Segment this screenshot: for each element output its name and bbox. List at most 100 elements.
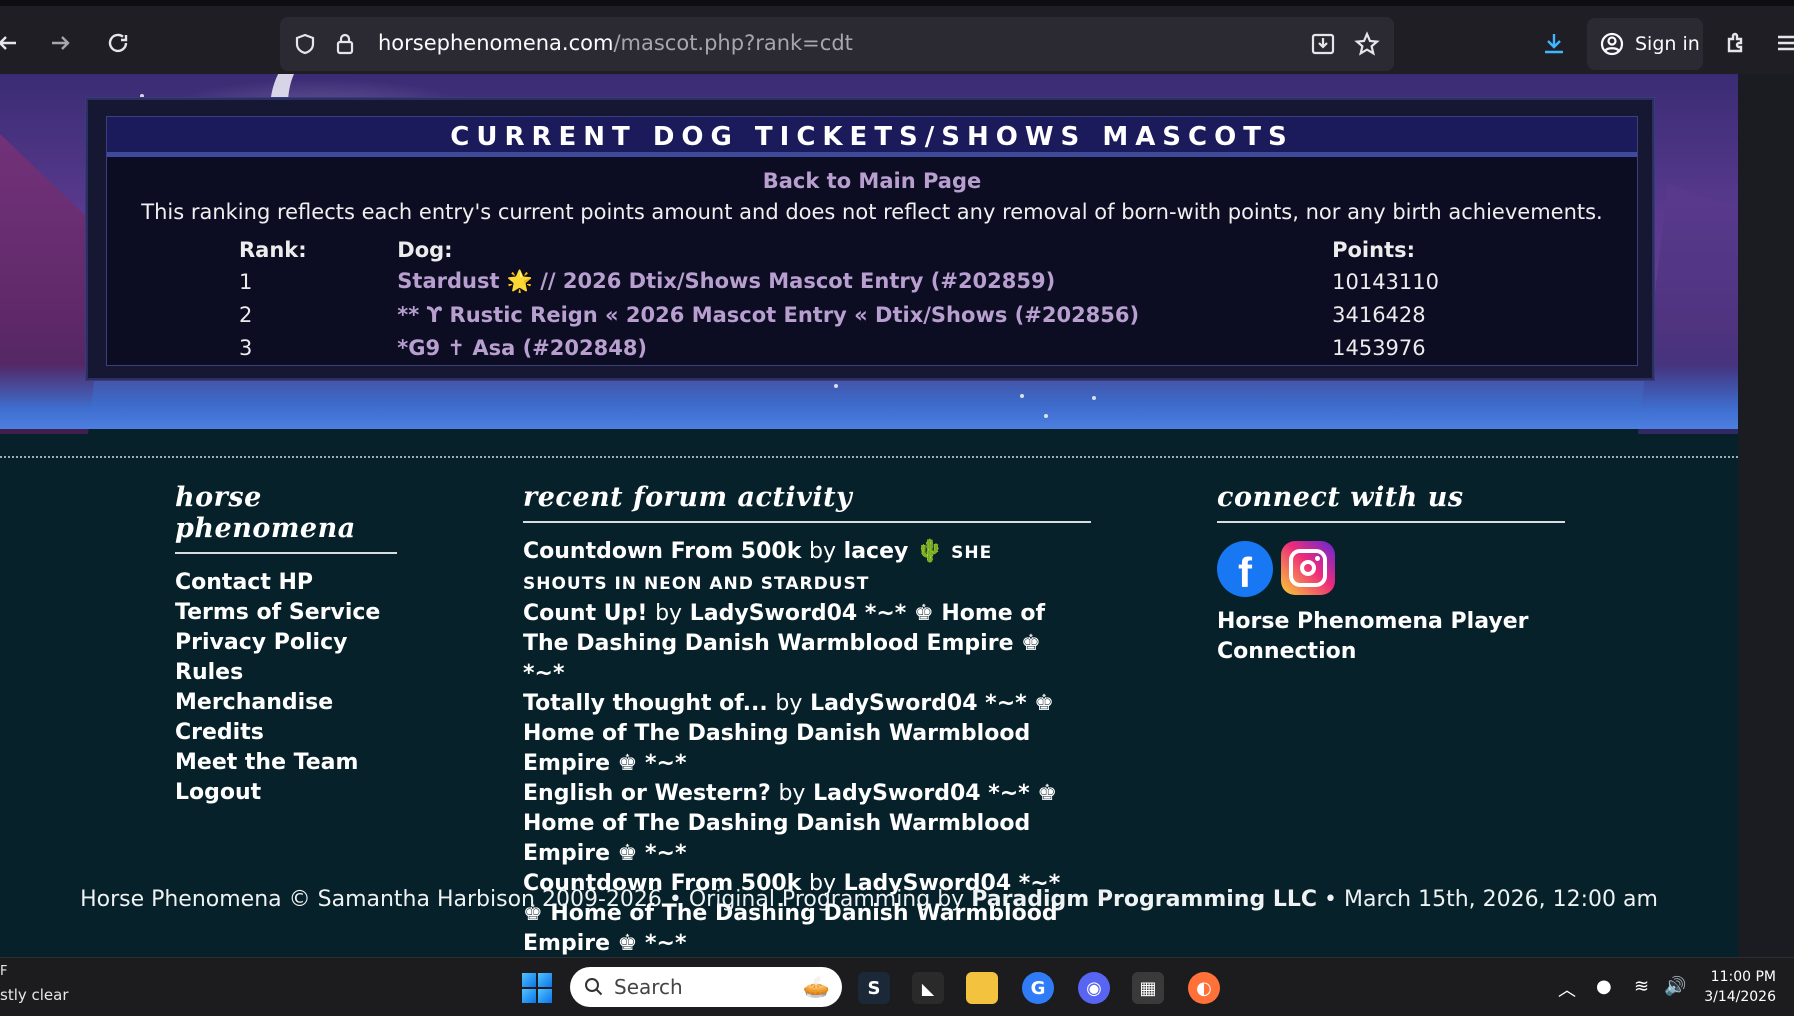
- points-cell: 3416428: [1332, 302, 1426, 327]
- wifi-icon[interactable]: ≋: [1634, 976, 1649, 997]
- chevron-up-icon[interactable]: ︿: [1558, 976, 1576, 1002]
- url-bar[interactable]: horsephenomena.com/mascot.php?rank=cdt: [280, 17, 1394, 71]
- system-clock[interactable]: 11:00 PM 3/14/2026: [1704, 967, 1776, 1007]
- dog-header: Dog:: [397, 238, 453, 262]
- taskbar: F stly clear Search 🥧 S ◣ G ◉ ▦ ◐ ︿ ● ≋ …: [0, 957, 1794, 1016]
- footer-link-merchandise[interactable]: Merchandise: [175, 688, 397, 718]
- forum-topic-link[interactable]: English or Western?: [523, 781, 771, 806]
- rank-cell: 2: [239, 302, 253, 327]
- page-content: CURRENT DOG TICKETS/SHOWS MASCOTS Back t…: [0, 74, 1738, 957]
- app-g-tray-icon[interactable]: ●: [1596, 976, 1612, 997]
- file-explorer-icon[interactable]: [966, 972, 998, 1004]
- scrollbar[interactable]: [1738, 74, 1794, 957]
- downloads-icon[interactable]: [1534, 23, 1574, 63]
- volume-icon[interactable]: 🔊: [1664, 976, 1686, 997]
- calculator-icon[interactable]: ▦: [1132, 972, 1164, 1004]
- forum-by-label: by: [655, 601, 683, 626]
- footer-link-rules[interactable]: Rules: [175, 658, 397, 688]
- clock-time: 11:00 PM: [1710, 969, 1776, 985]
- rank-cell: 1: [239, 269, 253, 294]
- footer-divider: [0, 456, 1738, 458]
- footer-heading-forum: recent forum activity: [523, 482, 1091, 523]
- list-item: English or Western? by LadySword04 *~* ♚…: [523, 779, 1083, 869]
- rank-header: Rank:: [239, 238, 307, 262]
- dog-link[interactable]: ** ϒ Rustic Reign « 2026 Mascot Entry « …: [397, 303, 1139, 327]
- footer-column-connect: connect with us f Horse Phenomena Player…: [1217, 482, 1565, 667]
- menu-icon[interactable]: [1766, 23, 1794, 63]
- footer-link-team[interactable]: Meet the Team: [175, 748, 397, 778]
- url-path: /mascot.php?rank=cdt: [613, 31, 853, 55]
- footer-heading-connect: connect with us: [1217, 482, 1565, 523]
- player-connection-link[interactable]: Horse Phenomena Player Connection: [1217, 607, 1537, 667]
- table-header-row: Rank: Dog: Points:: [239, 235, 1439, 265]
- forum-topic-link[interactable]: Totally thought of...: [523, 691, 768, 716]
- points-cell: 1453976: [1332, 335, 1426, 360]
- windows-start-icon[interactable]: [522, 973, 552, 1003]
- forum-by-label: by: [775, 691, 803, 716]
- star-decoration: [1020, 394, 1024, 398]
- footer-link-logout[interactable]: Logout: [175, 778, 397, 808]
- firefox-icon[interactable]: ◐: [1188, 972, 1220, 1004]
- list-item: Countdown From 500k by LadySword04 *~* ♚…: [523, 869, 1083, 957]
- list-item: Totally thought of... by LadySword04 *~*…: [523, 689, 1083, 779]
- copyright-date: • March 15th, 2026, 12:00 am: [1317, 887, 1658, 912]
- sign-in-button[interactable]: Sign in: [1587, 18, 1703, 70]
- footer-column-site: horse phenomena Contact HP Terms of Serv…: [175, 482, 397, 808]
- back-arrow-icon[interactable]: [0, 23, 28, 63]
- sign-in-label: Sign in: [1635, 33, 1700, 55]
- forum-topic-link[interactable]: Countdown From 500k: [523, 539, 801, 564]
- forward-arrow-icon[interactable]: [40, 23, 80, 63]
- page-save-icon[interactable]: [1308, 29, 1338, 59]
- pie-icon: 🥧: [802, 974, 830, 1000]
- footer-heading-site: horse phenomena: [175, 482, 397, 554]
- footer-link-credits[interactable]: Credits: [175, 718, 397, 748]
- discord-icon[interactable]: ◉: [1078, 972, 1110, 1004]
- list-item: Count Up! by LadySword04 *~* ♚ Home of T…: [523, 599, 1083, 689]
- points-cell: 10143110: [1332, 269, 1439, 294]
- footer-column-forum: recent forum activity Countdown From 500…: [523, 482, 1091, 957]
- facebook-icon[interactable]: f: [1217, 541, 1273, 597]
- back-to-main-link[interactable]: Back to Main Page: [107, 169, 1637, 197]
- reload-icon[interactable]: [98, 23, 138, 63]
- footer-links: Contact HP Terms of Service Privacy Poli…: [175, 568, 397, 808]
- dog-cell: ** ϒ Rustic Reign « 2026 Mascot Entry « …: [397, 298, 1332, 331]
- weather-widget[interactable]: stly clear: [0, 986, 69, 1004]
- ranking-panel: CURRENT DOG TICKETS/SHOWS MASCOTS Back t…: [86, 98, 1654, 380]
- star-decoration: [1044, 414, 1048, 418]
- lock-icon[interactable]: [330, 29, 360, 59]
- ranking-title: CURRENT DOG TICKETS/SHOWS MASCOTS: [107, 117, 1637, 157]
- search-icon: [585, 978, 603, 996]
- bookmark-star-icon[interactable]: [1352, 29, 1382, 59]
- footer-link-privacy[interactable]: Privacy Policy: [175, 628, 397, 658]
- app-g-icon[interactable]: G: [1022, 972, 1054, 1004]
- forum-topic-link[interactable]: Count Up!: [523, 601, 647, 626]
- clock-date: 3/14/2026: [1704, 989, 1776, 1005]
- copyright-line: Horse Phenomena © Samantha Harbison 2009…: [0, 887, 1738, 912]
- forum-by-label: by: [778, 781, 806, 806]
- forum-by-label: by: [809, 539, 836, 564]
- rank-cell: 3: [239, 335, 253, 360]
- shield-icon[interactable]: [290, 29, 320, 59]
- game-app-icon[interactable]: ◣: [912, 972, 944, 1004]
- steam-icon[interactable]: S: [858, 972, 890, 1004]
- table-row: 2 ** ϒ Rustic Reign « 2026 Mascot Entry …: [239, 298, 1439, 331]
- ranking-disclaimer: This ranking reflects each entry's curre…: [141, 200, 1603, 224]
- dog-cell: *G9 ✝ Asa (#202848): [397, 331, 1332, 364]
- programming-company-link[interactable]: Paradigm Programming LLC: [971, 887, 1317, 912]
- points-header: Points:: [1332, 238, 1416, 262]
- ranking-table: Rank: Dog: Points: 1 Stardust 🌟 // 2026 …: [239, 235, 1439, 364]
- table-row: 1 Stardust 🌟 // 2026 Dtix/Shows Mascot E…: [239, 265, 1439, 298]
- list-item: Countdown From 500k by lacey 🌵 SHE SHOUT…: [523, 537, 1083, 599]
- star-decoration: [834, 384, 838, 388]
- taskbar-search[interactable]: Search 🥧: [570, 967, 842, 1007]
- ranking-inner-panel: CURRENT DOG TICKETS/SHOWS MASCOTS Back t…: [106, 116, 1638, 366]
- footer-link-contact[interactable]: Contact HP: [175, 568, 397, 598]
- extensions-icon[interactable]: [1716, 23, 1756, 63]
- forum-user-link[interactable]: lacey 🌵: [844, 539, 944, 564]
- dog-link[interactable]: Stardust 🌟 // 2026 Dtix/Shows Mascot Ent…: [397, 269, 1055, 293]
- dog-link[interactable]: *G9 ✝ Asa (#202848): [397, 336, 647, 360]
- url-text[interactable]: horsephenomena.com/mascot.php?rank=cdt: [378, 31, 853, 55]
- social-links: f: [1217, 541, 1565, 597]
- footer-link-terms[interactable]: Terms of Service: [175, 598, 397, 628]
- instagram-icon[interactable]: [1281, 541, 1335, 595]
